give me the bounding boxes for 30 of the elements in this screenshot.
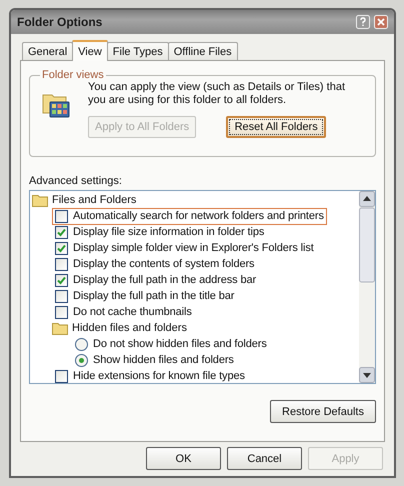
checkbox-option[interactable]: Hide extensions for known file types <box>52 368 248 383</box>
checkbox-option[interactable]: Display the contents of system folders <box>52 256 258 272</box>
radio-option[interactable]: Do not show hidden files and folders <box>72 336 270 352</box>
tab[interactable]: View <box>72 40 108 61</box>
folder-view-button[interactable]: Reset All Folders <box>226 116 326 138</box>
close-icon[interactable] <box>374 15 388 29</box>
checkbox-option[interactable]: Do not cache thumbnails <box>52 304 195 320</box>
checkbox-option[interactable]: Display file size information in folder tips <box>52 224 268 240</box>
checkbox-option[interactable]: Display simple folder view in Explorer's Folders list <box>52 240 317 256</box>
folder-icon <box>52 322 68 334</box>
category-label: Hidden files and folders <box>72 322 187 334</box>
folder-icon <box>32 194 48 206</box>
restore-defaults-button[interactable]: Restore Defaults <box>270 400 376 423</box>
check-icon <box>57 276 66 284</box>
dialog-button[interactable]: OK <box>146 447 221 470</box>
category-label: Files and Folders <box>52 194 136 206</box>
tab[interactable]: File Types <box>106 42 169 60</box>
group-title: Folder views <box>41 69 105 81</box>
radio-option[interactable]: Show hidden files and folders <box>72 352 237 368</box>
window-title: Folder Options <box>17 15 104 29</box>
advanced-settings-label: Advanced settings: <box>29 175 123 187</box>
scrollbar[interactable] <box>359 191 375 383</box>
description-text: You can apply the view (such as Details or Tiles) that you are using for this folder to all folders. <box>88 81 346 107</box>
tab[interactable]: General <box>22 42 74 60</box>
help-icon[interactable] <box>356 15 370 29</box>
tab[interactable]: Offline Files <box>168 42 238 60</box>
checkbox-option[interactable]: Automatically search for network folders and printers <box>52 208 327 224</box>
dialog-button[interactable]: Cancel <box>227 447 302 470</box>
checkbox-option[interactable]: Display the full path in the title bar <box>52 288 238 304</box>
checkbox-option[interactable]: Display the full path in the address bar <box>52 272 260 288</box>
